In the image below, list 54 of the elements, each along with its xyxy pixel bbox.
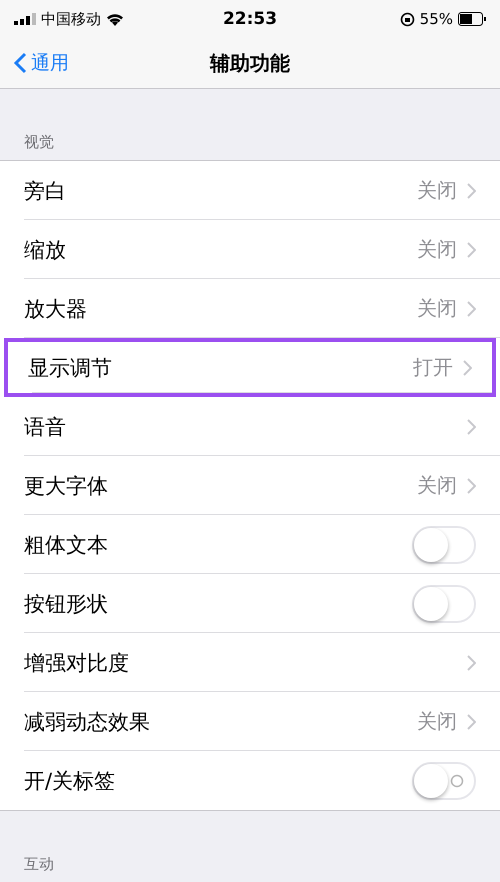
row-value: 关闭 xyxy=(417,236,457,263)
row-label: 更大字体 xyxy=(24,472,109,500)
toggle-knob xyxy=(414,528,448,562)
row-label: 开/关标签 xyxy=(24,768,116,794)
row-label: 语音 xyxy=(24,414,67,440)
chevron-right-icon xyxy=(467,714,476,730)
battery-icon xyxy=(458,12,486,26)
settings-row[interactable]: 减弱动态效果 关闭 xyxy=(0,692,500,751)
row-label: 减弱动态效果 xyxy=(24,708,151,736)
section-header: 互动 xyxy=(23,854,55,875)
back-chevron-icon xyxy=(14,52,27,74)
toggle-switch[interactable] xyxy=(412,584,476,622)
rotation-lock-icon xyxy=(400,12,415,26)
highlighted-settings-row[interactable]: 显示调节 打开 xyxy=(4,338,496,397)
wifi-icon xyxy=(106,12,124,26)
toggle-switch[interactable] xyxy=(412,526,476,564)
settings-row[interactable]: 更大字体 关闭 xyxy=(0,456,500,515)
carrier-name: 中国移动 xyxy=(41,10,101,28)
row-label: 粗体文本 xyxy=(24,532,109,558)
signal-icon xyxy=(14,13,36,25)
toggle-knob xyxy=(414,586,448,620)
battery-percent: 55% xyxy=(420,10,453,28)
settings-row[interactable]: 增强对比度 xyxy=(0,633,500,692)
row-value: 关闭 xyxy=(417,472,457,499)
settings-row[interactable]: 放大器 关闭 xyxy=(0,279,500,338)
chevron-right-icon xyxy=(467,654,476,670)
row-label: 显示调节 xyxy=(28,354,113,382)
page-title: 辅助功能 xyxy=(210,50,290,76)
chevron-right-icon xyxy=(467,418,476,434)
chevron-right-icon xyxy=(467,182,476,198)
row-value: 打开 xyxy=(413,354,453,381)
toggle-switch[interactable] xyxy=(412,762,476,800)
row-label: 增强对比度 xyxy=(24,650,130,676)
settings-row[interactable]: 语音 xyxy=(0,397,500,456)
row-label: 缩放 xyxy=(24,236,67,264)
row-label: 旁白 xyxy=(24,178,67,204)
settings-row[interactable]: 缩放 关闭 xyxy=(0,220,500,279)
back-button[interactable]: 通用 xyxy=(14,50,69,76)
section-header: 视觉 xyxy=(23,132,55,153)
chevron-right-icon xyxy=(467,300,476,316)
settings-row[interactable]: 按钮形状 xyxy=(0,574,500,633)
row-label: 放大器 xyxy=(24,296,88,322)
row-value: 关闭 xyxy=(417,295,457,322)
row-value: 关闭 xyxy=(417,708,457,735)
chevron-right-icon xyxy=(467,242,476,258)
row-value: 关闭 xyxy=(417,177,457,204)
settings-row[interactable]: 开/关标签 xyxy=(0,751,500,810)
chevron-right-icon xyxy=(463,360,472,376)
settings-row[interactable]: 粗体文本 xyxy=(0,515,500,574)
row-label: 按钮形状 xyxy=(24,590,109,618)
settings-row[interactable]: 旁白 关闭 xyxy=(0,161,500,220)
chevron-right-icon xyxy=(467,478,476,494)
toggle-knob xyxy=(414,764,448,798)
status-time: 22:53 xyxy=(222,9,278,29)
